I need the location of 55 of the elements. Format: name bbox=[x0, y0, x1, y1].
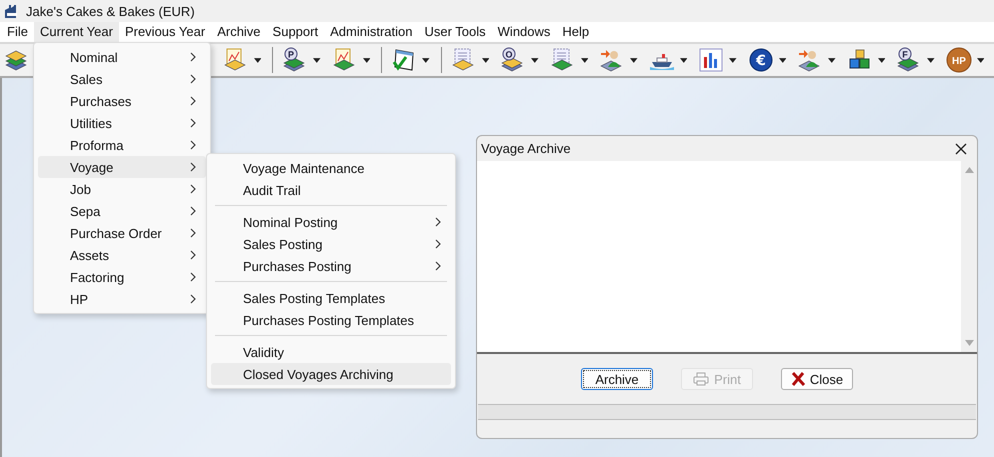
dropdown-caret-icon[interactable] bbox=[362, 58, 370, 62]
dropdown-caret-icon[interactable] bbox=[580, 58, 588, 62]
dropdown-caret-icon[interactable] bbox=[482, 58, 490, 62]
menu-item[interactable]: Voyage Maintenance bbox=[211, 157, 451, 179]
menu-item[interactable]: Purchase Order bbox=[38, 222, 206, 244]
menu-bar-item[interactable]: Windows bbox=[492, 22, 556, 42]
dropdown-caret-icon[interactable] bbox=[828, 58, 836, 62]
menu-bar-item[interactable]: Administration bbox=[324, 22, 418, 42]
menu-item[interactable]: Sales Posting Templates bbox=[211, 287, 451, 309]
menu-item[interactable]: Job bbox=[38, 178, 206, 200]
archive-button[interactable]: Archive bbox=[581, 368, 653, 390]
menu-bar-item[interactable]: Previous Year bbox=[118, 22, 212, 42]
close-button[interactable]: Close bbox=[781, 368, 853, 390]
menu-item[interactable]: Sepa bbox=[38, 200, 206, 222]
menu-item[interactable]: Nominal bbox=[38, 46, 206, 68]
menu-item[interactable]: Validity bbox=[211, 341, 451, 363]
menu-item[interactable]: Purchases bbox=[38, 90, 206, 112]
menu-item[interactable]: Nominal Posting bbox=[211, 211, 451, 233]
menu-item[interactable]: Closed Voyages Archiving bbox=[211, 363, 451, 385]
dropdown-caret-icon[interactable] bbox=[630, 58, 638, 62]
menu-item[interactable]: Assets bbox=[38, 244, 206, 266]
dropdown-caret-icon[interactable] bbox=[729, 58, 737, 62]
menu-item[interactable]: HP bbox=[38, 288, 206, 310]
euro-coin-icon[interactable]: € bbox=[748, 47, 774, 73]
lettered-coin-icon[interactable]: HP bbox=[946, 47, 972, 73]
menu-item[interactable]: Audit Trail bbox=[211, 179, 451, 201]
dropdown-caret-icon[interactable] bbox=[878, 58, 886, 62]
menu-item[interactable]: Proforma bbox=[38, 134, 206, 156]
menu-item[interactable]: Purchases Posting bbox=[211, 255, 451, 277]
dialog-title: Voyage Archive bbox=[481, 141, 571, 156]
menu-item[interactable]: Sales bbox=[38, 68, 206, 90]
dropdown-caret-icon[interactable] bbox=[422, 58, 430, 62]
menu-bar-item[interactable]: Support bbox=[266, 22, 324, 42]
menu-item[interactable]: Factoring bbox=[38, 266, 206, 288]
menu-bar-item[interactable]: Help bbox=[556, 22, 596, 42]
menu-bar-item[interactable]: Archive bbox=[211, 22, 267, 42]
bar-chart-icon[interactable] bbox=[698, 47, 724, 73]
menu-item[interactable]: Purchases Posting Templates bbox=[211, 309, 451, 331]
printer-icon bbox=[693, 372, 710, 386]
window-title: Jake's Cakes & Bakes (EUR) bbox=[26, 4, 195, 18]
menu-item[interactable]: Sales Posting bbox=[211, 233, 451, 255]
dropdown-caret-icon[interactable] bbox=[976, 58, 984, 62]
menu-bar-item[interactable]: User Tools bbox=[418, 22, 492, 42]
dropdown-caret-icon[interactable] bbox=[778, 58, 786, 62]
dropdown-caret-icon[interactable] bbox=[531, 58, 539, 62]
menu-bar-item[interactable]: Current Year bbox=[34, 22, 119, 42]
dropdown-caret-icon[interactable] bbox=[254, 58, 262, 62]
menu-item[interactable]: Utilities bbox=[38, 112, 206, 134]
dropdown-caret-icon[interactable] bbox=[313, 58, 321, 62]
close-icon bbox=[790, 372, 805, 386]
menu-bar-item[interactable]: File bbox=[1, 22, 34, 42]
menu-item[interactable]: Voyage bbox=[38, 156, 206, 178]
dropdown-caret-icon[interactable] bbox=[927, 58, 935, 62]
factory-icon bbox=[4, 3, 20, 19]
dropdown-caret-icon[interactable] bbox=[680, 58, 688, 62]
